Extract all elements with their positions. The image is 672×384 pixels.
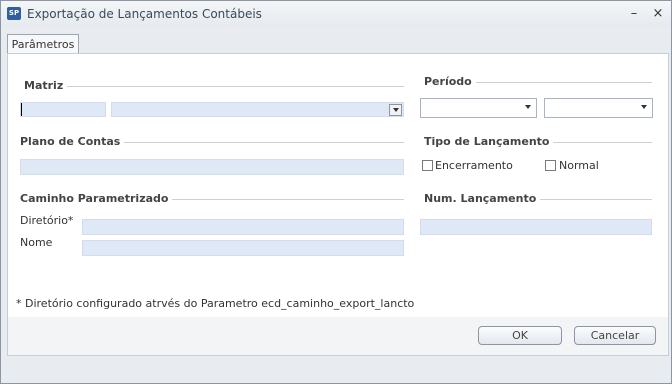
- matriz-name-select[interactable]: [111, 102, 404, 117]
- section-matriz: Matriz: [24, 79, 68, 92]
- plano-contas-input[interactable]: [20, 159, 404, 175]
- app-icon: SP: [7, 7, 21, 20]
- ok-button[interactable]: OK: [478, 326, 562, 345]
- plano-rule: [118, 142, 404, 143]
- section-tipo-lancamento: Tipo de Lançamento: [424, 135, 554, 148]
- section-num-lancamento: Num. Lançamento: [424, 192, 541, 205]
- normal-label: Normal: [559, 159, 599, 172]
- title-bar[interactable]: SP Exportação de Lançamentos Contábeis –…: [1, 1, 671, 27]
- caminho-rule: [156, 199, 404, 200]
- window-title: Exportação de Lançamentos Contábeis: [27, 7, 262, 21]
- periodo-inicio-select[interactable]: [420, 98, 537, 118]
- periodo-rule: [468, 82, 652, 83]
- normal-checkbox[interactable]: [545, 160, 556, 171]
- parameters-panel: Matriz Período Plano de Contas Tipo de L…: [7, 53, 669, 319]
- nome-label: Nome: [20, 236, 53, 249]
- matriz-code-input[interactable]: [20, 102, 106, 117]
- diretorio-label: Diretório*: [20, 214, 74, 227]
- text-caret: [21, 103, 22, 116]
- section-plano-contas: Plano de Contas: [20, 135, 125, 148]
- periodo-fim-select[interactable]: [544, 98, 653, 118]
- section-caminho: Caminho Parametrizado: [20, 192, 173, 205]
- matriz-rule: [62, 86, 404, 87]
- encerramento-label: Encerramento: [435, 159, 513, 172]
- dialog-footer: OK Cancelar: [7, 317, 669, 356]
- chevron-down-icon: [393, 108, 399, 112]
- minimize-button[interactable]: –: [625, 5, 643, 23]
- nome-input[interactable]: [82, 240, 404, 256]
- chevron-down-icon: [525, 105, 531, 109]
- section-periodo: Período: [424, 75, 476, 88]
- tipo-rule: [544, 142, 652, 143]
- chevron-down-icon: [641, 105, 647, 109]
- cancel-button[interactable]: Cancelar: [574, 326, 656, 345]
- num-lancamento-input[interactable]: [420, 219, 652, 235]
- num-rule: [528, 199, 652, 200]
- matriz-dropdown-button[interactable]: [389, 104, 402, 116]
- export-dialog: SP Exportação de Lançamentos Contábeis –…: [0, 0, 672, 384]
- encerramento-checkbox[interactable]: [422, 160, 433, 171]
- tab-parametros[interactable]: Parâmetros: [7, 34, 79, 54]
- close-button[interactable]: ×: [649, 5, 667, 23]
- diretorio-input[interactable]: [82, 219, 404, 235]
- directory-note: * Diretório configurado atrvés do Parame…: [16, 297, 415, 310]
